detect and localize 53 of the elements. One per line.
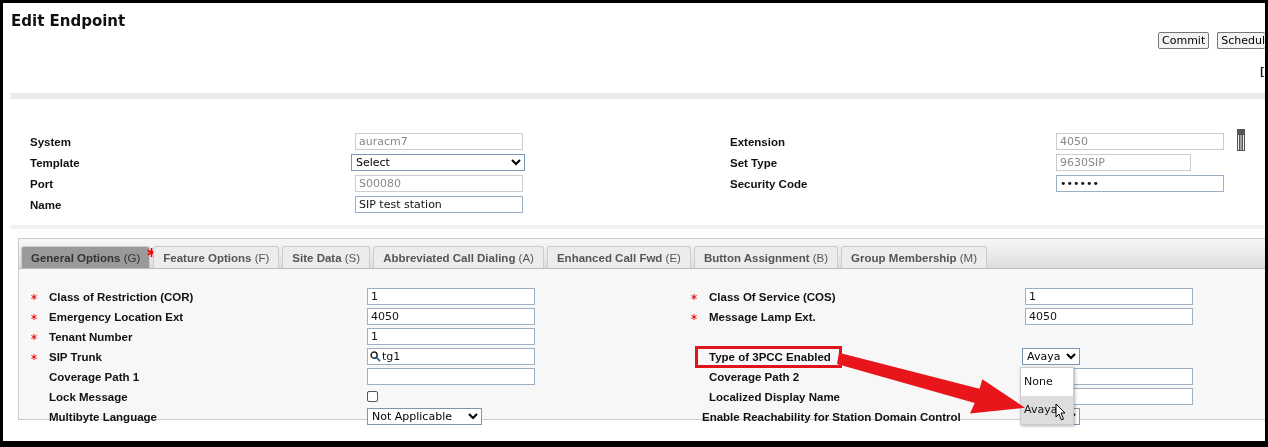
tab[interactable]: Group Membership (M) [841, 246, 987, 268]
field-label: Extension [730, 135, 786, 148]
input-field[interactable]: 1 [1025, 288, 1193, 305]
dropdown-option[interactable]: Avaya [1021, 396, 1073, 424]
tab[interactable]: Site Data (S) [282, 246, 371, 268]
tab[interactable]: Enhanced Call Fwd (E) [546, 246, 691, 268]
field-label: Localized Display Name [709, 390, 841, 403]
input-field[interactable]: 4050 [1025, 308, 1193, 325]
action-button[interactable]: Schedul [1217, 32, 1265, 49]
input-field[interactable]: •••••• [1056, 175, 1224, 192]
readonly-field[interactable]: 4050 [1056, 133, 1224, 150]
input-field[interactable] [367, 368, 535, 385]
language-select[interactable]: Not Applicable [367, 408, 482, 425]
search-field[interactable]: tg1 [367, 348, 535, 365]
search-icon [370, 351, 381, 362]
readonly-field[interactable]: 9630SIP [1056, 154, 1191, 171]
type-select[interactable]: Avaya [1022, 348, 1080, 365]
field-label: Coverage Path 2 [709, 370, 800, 383]
field-label: Set Type [730, 156, 779, 169]
field-label: System [30, 135, 72, 148]
field-label: Class Of Service (COS) [709, 290, 836, 303]
field-label: Coverage Path 1 [49, 370, 141, 383]
tab[interactable]: Button Assignment (B) [693, 246, 839, 268]
field-label: Multibyte Language [49, 410, 158, 423]
input-field[interactable]: 1 [367, 288, 535, 305]
template-select[interactable]: Select [351, 154, 525, 171]
bars-icon[interactable] [1237, 129, 1245, 151]
tab[interactable]: General Options (G) [21, 246, 151, 268]
cursor-icon [1055, 403, 1067, 421]
readonly-field[interactable]: auracm7 [355, 133, 523, 150]
field-label: Name [30, 198, 63, 211]
field-label: Security Code [730, 177, 809, 190]
tab[interactable]: Abbreviated Call Dialing (A) [373, 246, 544, 268]
input-field[interactable]: SIP test station [355, 196, 523, 213]
checkbox[interactable] [367, 391, 378, 402]
field-label: Message Lamp Ext. [709, 310, 816, 323]
bracket-mark: [ [1260, 65, 1264, 79]
action-button[interactable]: Commit [1158, 32, 1210, 49]
field-label: Template [30, 156, 81, 169]
field-label: Enable Reachability for Station Domain Control [702, 410, 961, 423]
input-field[interactable]: 4050 [367, 308, 535, 325]
field-label: Class of Restriction (COR) [49, 290, 195, 303]
field-label: Tenant Number [49, 330, 134, 343]
page-title: Edit Endpoint [11, 12, 126, 32]
input-field[interactable]: 1 [367, 328, 535, 345]
field-label: Lock Message [49, 390, 129, 403]
field-label: SIP Trunk [49, 350, 103, 363]
readonly-field[interactable]: S00080 [355, 175, 523, 192]
field-label: Port [30, 177, 54, 190]
field-label: Emergency Location Ext [49, 310, 185, 323]
tab[interactable]: Feature Options (F) [153, 246, 280, 268]
dropdown-option[interactable]: None [1021, 368, 1073, 396]
highlighted-label: Type of 3PCC Enabled [695, 345, 842, 368]
